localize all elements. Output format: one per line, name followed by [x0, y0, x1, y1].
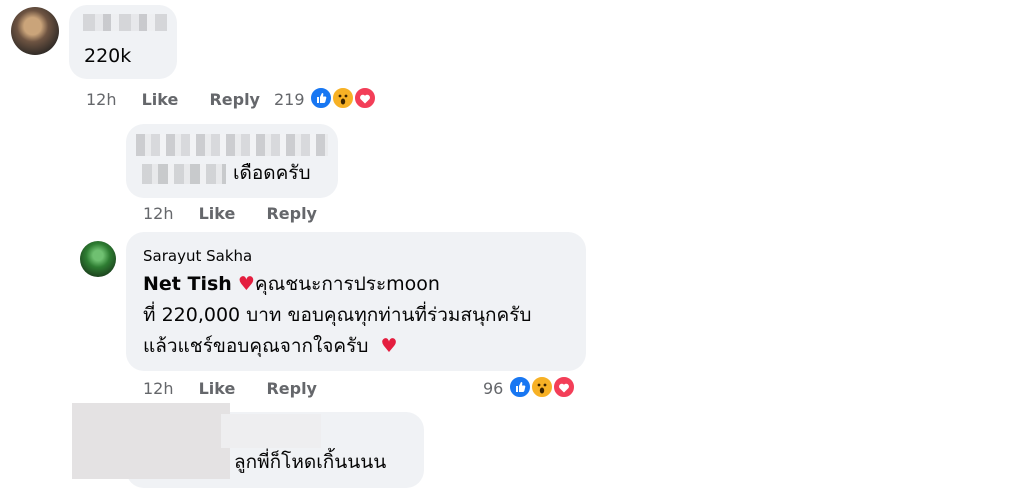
avatar[interactable] — [11, 7, 59, 55]
reaction-icons[interactable] — [508, 375, 584, 401]
avatar[interactable] — [80, 241, 116, 277]
redacted-block — [72, 403, 230, 479]
comment-meta: 12h Like Reply — [143, 203, 317, 225]
comment-line: ที่ 220,000 บาท ขอบคุณทุกท่านที่ร่วมสนุก… — [143, 304, 532, 326]
comment-body: Net Tish ♥คุณชนะการประmoon — [143, 268, 440, 301]
redacted-author-name — [221, 414, 321, 448]
like-button[interactable]: Like — [142, 90, 179, 109]
love-icon — [353, 86, 377, 110]
like-button[interactable]: Like — [199, 204, 236, 223]
comment-time[interactable]: 12h — [143, 204, 174, 223]
reaction-icons[interactable] — [309, 86, 385, 112]
reaction-count[interactable]: 96 — [483, 379, 503, 398]
comment-text: เดือดครับ — [233, 162, 311, 184]
wow-icon — [530, 375, 554, 399]
love-icon — [552, 375, 576, 399]
comment-bubble: 220k — [69, 5, 177, 79]
redacted-author-name — [83, 14, 167, 31]
reply-button[interactable]: Reply — [266, 379, 317, 398]
comment-time[interactable]: 12h — [143, 379, 174, 398]
wow-icon — [331, 86, 355, 110]
like-icon — [508, 375, 532, 399]
comment-text: ลูกพี่ก็โหดเกิ้นนนน — [234, 451, 387, 473]
comment-bubble: Sarayut Sakha Net Tish ♥คุณชนะการประmoon… — [126, 232, 586, 371]
reply-button[interactable]: Reply — [266, 204, 317, 223]
comment-line: คุณชนะการประmoon — [254, 273, 440, 295]
reaction-count[interactable]: 219 — [274, 90, 305, 109]
like-button[interactable]: Like — [199, 379, 236, 398]
comment-author[interactable]: Sarayut Sakha — [143, 246, 252, 266]
mention-link[interactable]: Net Tish — [143, 273, 232, 295]
reply-button[interactable]: Reply — [209, 90, 260, 109]
heart-emoji: ♥ — [380, 335, 398, 357]
redacted-text — [142, 164, 226, 184]
heart-emoji: ♥ — [237, 273, 255, 295]
redacted-author-name — [136, 134, 328, 156]
comment-line: แล้วแชร์ขอบคุณจากใจครับ — [143, 335, 369, 357]
comment-text: 220k — [84, 45, 132, 67]
comment-body: แล้วแชร์ขอบคุณจากใจครับ ♥ — [143, 330, 398, 363]
comment-meta: 12h Like Reply — [86, 89, 260, 111]
comment-bubble: เดือดครับ — [126, 124, 338, 198]
comment-time[interactable]: 12h — [86, 90, 117, 109]
comment-meta: 12h Like Reply — [143, 378, 317, 400]
like-icon — [309, 86, 333, 110]
